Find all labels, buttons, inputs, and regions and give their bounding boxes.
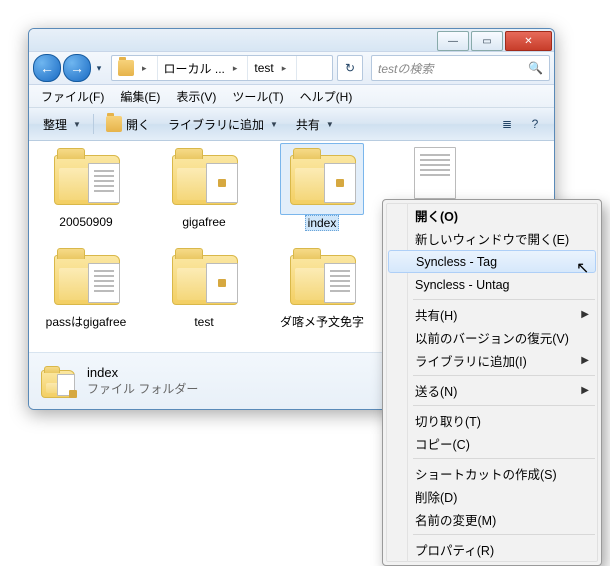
search-input[interactable]: testの検索 🔍 — [371, 55, 550, 81]
help-button[interactable]: ? — [522, 112, 548, 136]
search-placeholder: testの検索 — [378, 60, 433, 77]
file-item[interactable]: index — [275, 149, 369, 231]
file-item[interactable]: 20050909 — [39, 149, 133, 231]
context-item-label: 新しいウィンドウで開く(E) — [415, 229, 569, 248]
organize-button[interactable]: 整理▼ — [35, 112, 89, 136]
maximize-button[interactable]: ▭ — [471, 31, 503, 51]
minimize-button[interactable]: — — [437, 31, 469, 51]
context-item-label: 共有(H) — [415, 305, 457, 324]
breadcrumb-seg[interactable]: ローカル ... — [164, 60, 225, 77]
folder-open-icon — [106, 116, 122, 132]
folder-icon — [50, 149, 122, 209]
search-icon: 🔍 — [528, 61, 543, 75]
context-separator — [413, 375, 595, 376]
submenu-caret-icon: ▶ — [581, 385, 589, 396]
menu-edit[interactable]: 編集(E) — [114, 86, 166, 107]
context-separator — [413, 405, 595, 406]
breadcrumb-seg[interactable]: test — [254, 61, 273, 75]
context-item[interactable]: 送る(N) ▶ — [387, 379, 597, 402]
file-item[interactable]: test — [157, 249, 251, 329]
context-item[interactable]: 以前のバージョンの復元(V) — [387, 326, 597, 349]
menu-bar: ファイル(F) 編集(E) 表示(V) ツール(T) ヘルプ(H) — [29, 85, 554, 108]
add-to-library-button[interactable]: ライブラリに追加▼ — [160, 112, 286, 136]
breadcrumb[interactable]: ▸ ローカル ...▸ test▸ — [111, 55, 333, 81]
context-item[interactable]: 切り取り(T) — [387, 409, 597, 432]
context-item-label: Syncless - Untag — [415, 278, 509, 292]
history-dropdown[interactable]: ▾ — [93, 57, 105, 79]
context-item[interactable]: ライブラリに追加(I) ▶ — [387, 349, 597, 372]
file-item[interactable]: ダ喀メ予文免字 — [275, 249, 369, 329]
details-name: index — [87, 365, 198, 380]
navigation-bar: ← → ▾ ▸ ローカル ...▸ test▸ ↻ testの検索 🔍 — [29, 52, 554, 85]
context-separator — [413, 534, 595, 535]
folder-icon — [168, 149, 240, 209]
file-label: index — [305, 215, 340, 231]
back-button[interactable]: ← — [33, 54, 61, 82]
context-item[interactable]: Syncless - Tag — [388, 250, 596, 273]
details-type: ファイル フォルダー — [87, 380, 198, 397]
context-item-label: Syncless - Tag — [416, 255, 497, 269]
context-item-label: 名前の変更(M) — [415, 510, 496, 529]
folder-icon — [286, 249, 358, 309]
refresh-button[interactable]: ↻ — [337, 55, 363, 81]
submenu-caret-icon: ▶ — [581, 355, 589, 366]
context-item-label: プロパティ(R) — [415, 540, 494, 559]
menu-help[interactable]: ヘルプ(H) — [294, 86, 359, 107]
context-item[interactable]: Syncless - Untag — [387, 273, 597, 296]
menu-tools[interactable]: ツール(T) — [226, 86, 289, 107]
context-item[interactable]: プロパティ(R) — [387, 538, 597, 561]
context-item[interactable]: 新しいウィンドウで開く(E) — [387, 227, 597, 250]
titlebar: — ▭ ✕ — [29, 29, 554, 52]
folder-icon — [286, 149, 358, 209]
file-item[interactable]: passはgigafree — [39, 249, 133, 329]
details-thumb — [39, 362, 77, 400]
context-item[interactable]: ショートカットの作成(S) — [387, 462, 597, 485]
file-label: test — [194, 315, 213, 329]
share-button[interactable]: 共有▼ — [288, 112, 342, 136]
file-item[interactable]: gigafree — [157, 149, 251, 231]
menu-view[interactable]: 表示(V) — [170, 86, 222, 107]
context-item-label: ライブラリに追加(I) — [415, 351, 527, 370]
file-label: ダ喀メ予文免字 — [280, 315, 364, 329]
context-item-label: 削除(D) — [415, 487, 457, 506]
folder-icon — [168, 249, 240, 309]
context-menu: 開く(O) 新しいウィンドウで開く(E) Syncless - Tag Syncles… — [382, 199, 602, 566]
context-item-label: コピー(C) — [415, 434, 470, 453]
file-label: 20050909 — [59, 215, 112, 229]
context-item-label: 切り取り(T) — [415, 411, 481, 430]
context-item-label: ショートカットの作成(S) — [415, 464, 557, 483]
context-item-label: 開く(O) — [415, 206, 458, 225]
folder-icon — [50, 249, 122, 309]
context-separator — [413, 458, 595, 459]
submenu-caret-icon: ▶ — [581, 309, 589, 320]
context-item[interactable]: 名前の変更(M) — [387, 508, 597, 531]
close-button[interactable]: ✕ — [505, 31, 552, 51]
context-item[interactable]: 開く(O) — [387, 204, 597, 227]
file-label: gigafree — [182, 215, 225, 229]
menu-file[interactable]: ファイル(F) — [35, 86, 110, 107]
context-item[interactable]: 共有(H) ▶ — [387, 303, 597, 326]
forward-button[interactable]: → — [63, 54, 91, 82]
context-item-label: 以前のバージョンの復元(V) — [415, 328, 569, 347]
context-separator — [413, 299, 595, 300]
command-bar: 整理▼ 開く ライブラリに追加▼ 共有▼ ≣ ? — [29, 108, 554, 141]
open-button[interactable]: 開く — [98, 112, 158, 136]
context-item-label: 送る(N) — [415, 381, 457, 400]
views-button[interactable]: ≣ — [494, 112, 520, 136]
drive-icon — [118, 60, 134, 76]
context-item[interactable]: コピー(C) — [387, 432, 597, 455]
context-item[interactable]: 削除(D) — [387, 485, 597, 508]
file-label: passはgigafree — [46, 315, 127, 329]
